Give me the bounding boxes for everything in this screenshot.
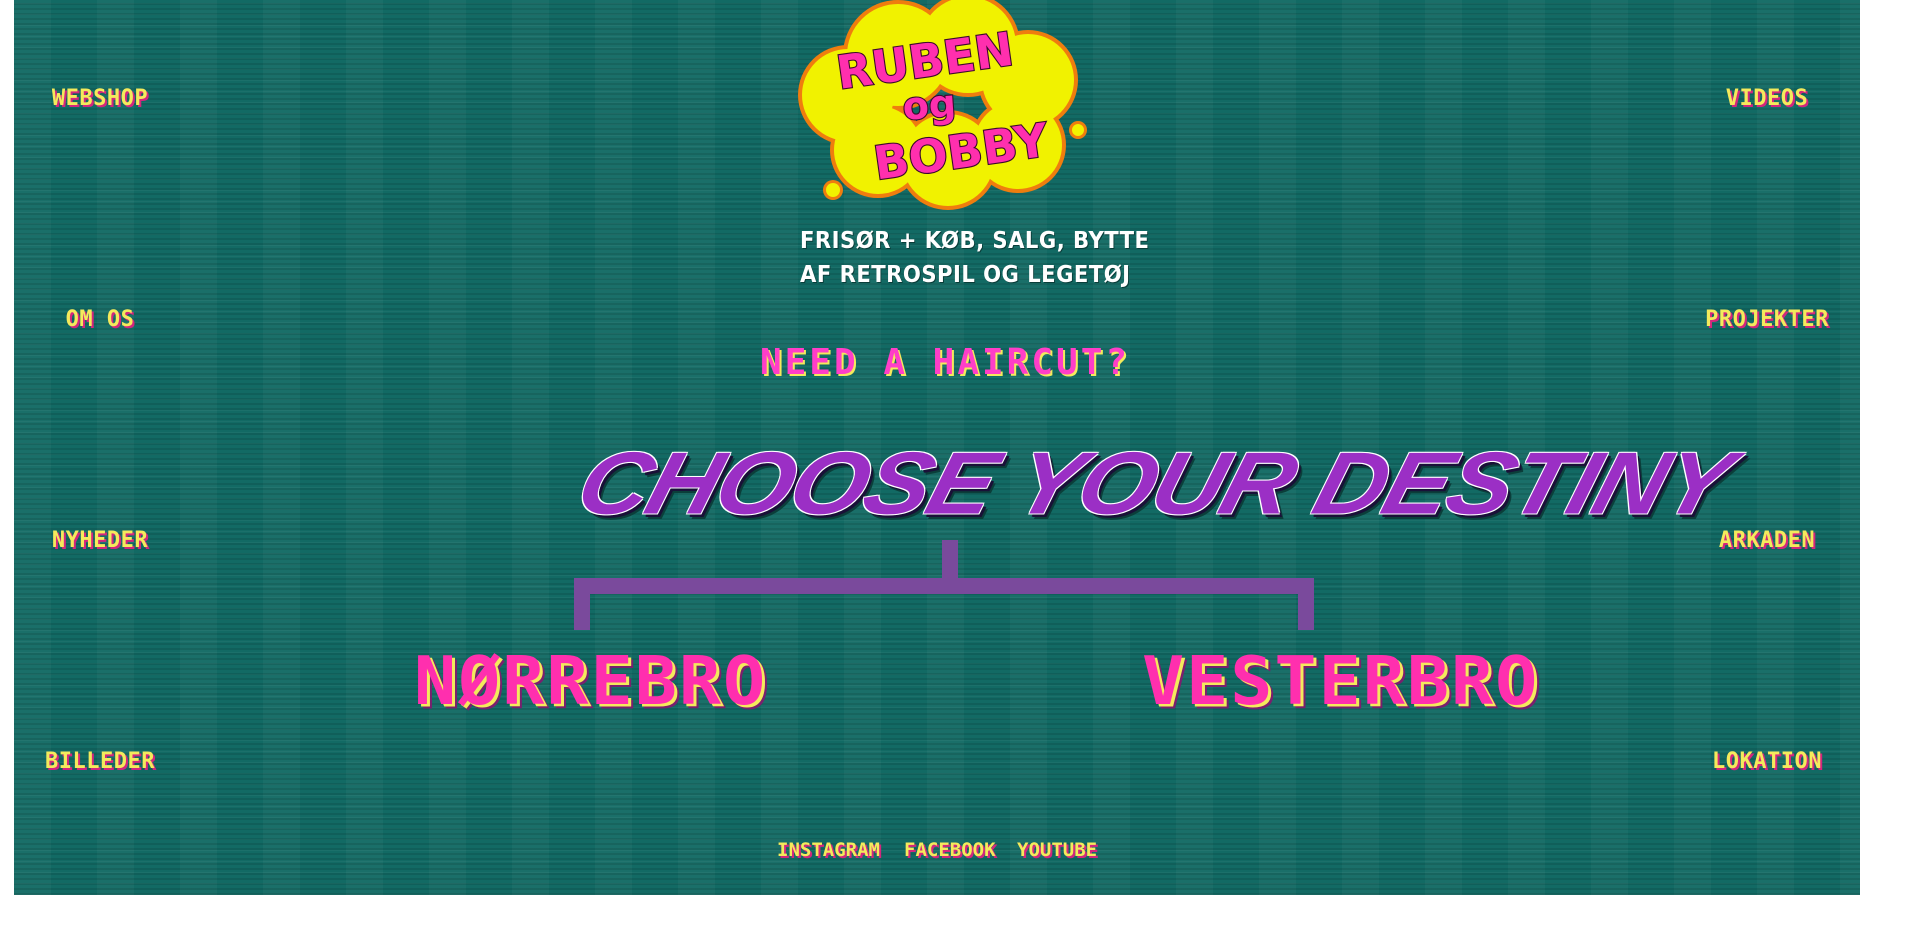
page-canvas: WEBSHOP OM OS NYHEDER BILLEDER VIDEOS PR…	[14, 0, 1860, 895]
nav-lokation[interactable]: LOKATION	[1712, 749, 1822, 774]
choose-your-destiny-text: CHOOSE YOUR DESTINY	[567, 433, 1743, 533]
need-a-haircut-heading: NEED A HAIRCUT?	[759, 342, 1131, 383]
choice-norrebro-link[interactable]: NØRREBRO	[414, 642, 767, 720]
tagline-line-1: FRISØR + KØB, SALG, BYTTE	[800, 228, 1150, 254]
nav-arkaden[interactable]: ARKADEN	[1719, 528, 1815, 553]
nav-om-os[interactable]: OM OS	[66, 307, 135, 332]
nav-nyheder[interactable]: NYHEDER	[52, 528, 148, 553]
ruben-og-bobby-logo[interactable]: RUBEN og BOBBY	[788, 0, 1098, 210]
choice-vesterbro-link[interactable]: VESTERBRO	[1142, 642, 1539, 720]
nav-webshop[interactable]: WEBSHOP	[52, 86, 148, 111]
youtube-link[interactable]: YOUTUBE	[1017, 839, 1097, 861]
nav-projekter[interactable]: PROJEKTER	[1705, 307, 1829, 332]
nav-billeder[interactable]: BILLEDER	[45, 749, 155, 774]
logo-text-og: og	[901, 81, 957, 129]
tagline-line-2: AF RETROSPIL OG LEGETØJ	[800, 262, 1131, 288]
instagram-link[interactable]: INSTAGRAM	[777, 839, 880, 861]
destiny-branch-connector	[574, 540, 1314, 630]
choose-your-destiny-title: CHOOSE YOUR DESTINY	[567, 428, 1742, 538]
nav-videos[interactable]: VIDEOS	[1726, 86, 1808, 111]
tagline: FRISØR + KØB, SALG, BYTTE AF RETROSPIL O…	[800, 224, 1149, 292]
facebook-link[interactable]: FACEBOOK	[904, 839, 996, 861]
